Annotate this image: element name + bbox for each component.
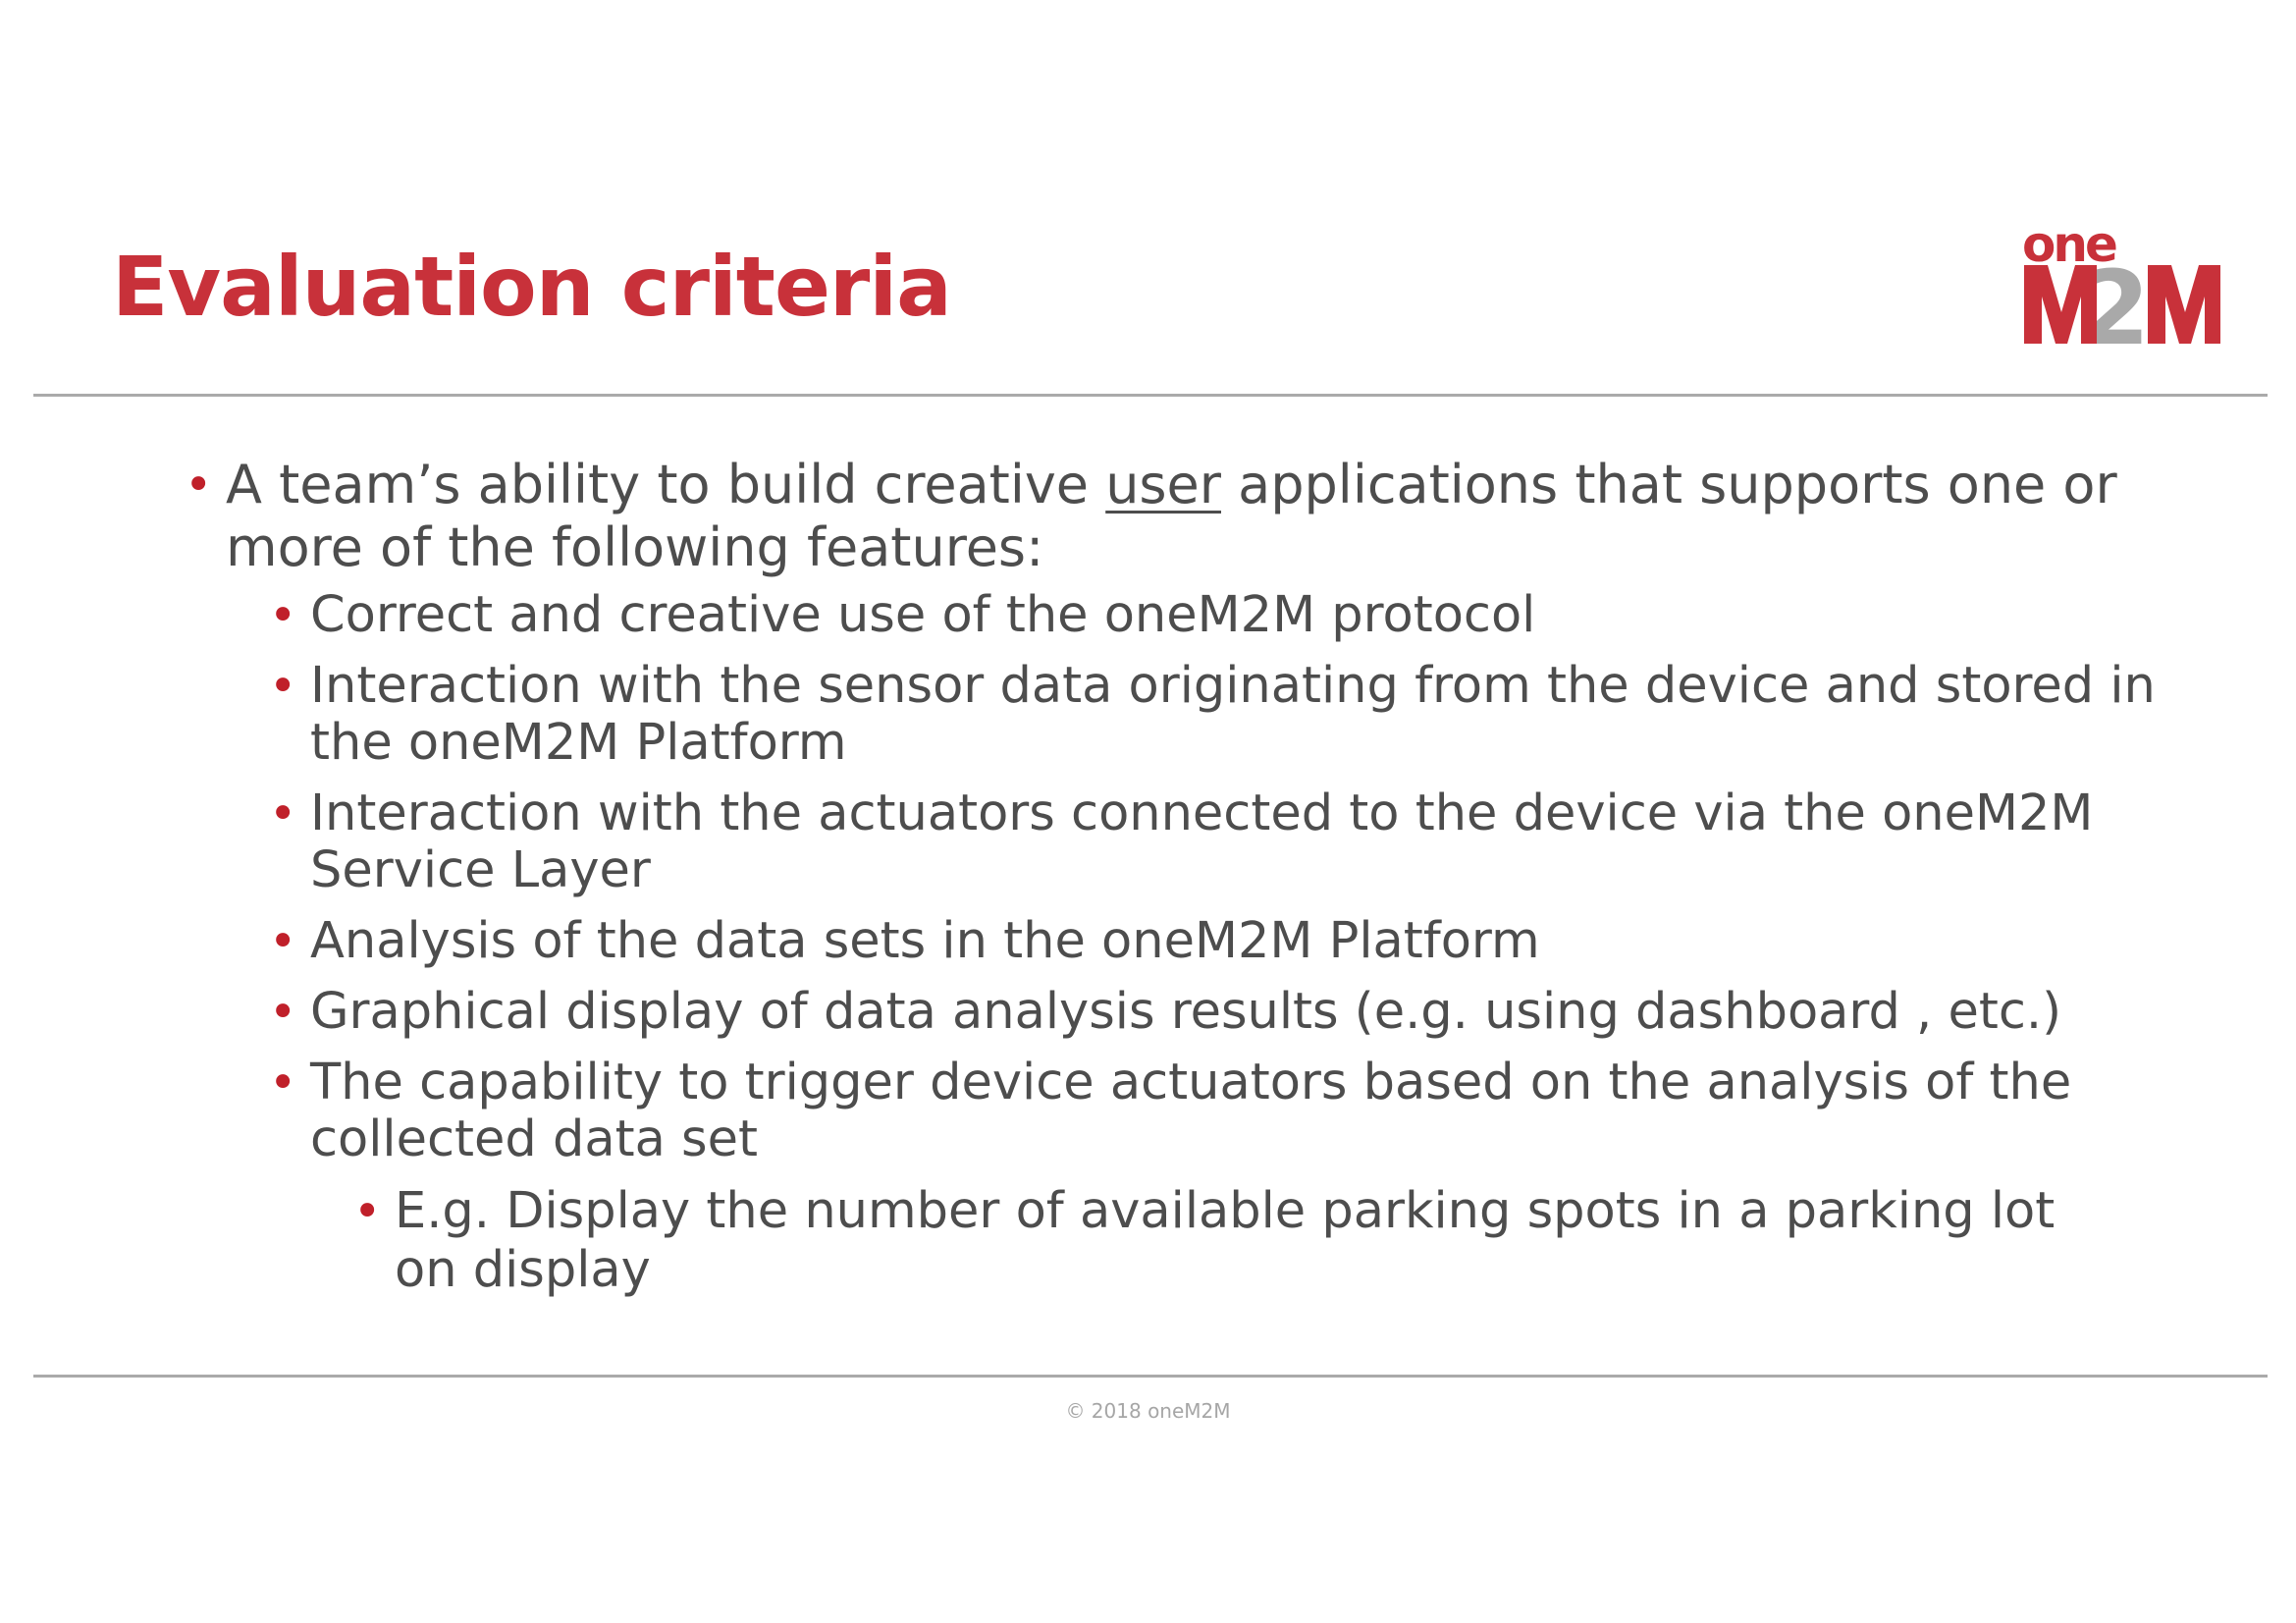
feature-text: Correct and creative use of the oneM2M p… [310,586,1536,644]
slide-content: • A team’s ability to build creative use… [0,454,2296,1300]
feature-text: Analysis of the data sets in the oneM2M … [310,912,1540,970]
feature-list-item: • Interaction with the sensor data origi… [269,657,2234,772]
bullet-icon: • [269,659,297,714]
feature-text: The capability to trigger device actuato… [310,1054,2072,1168]
top-divider [33,394,2268,397]
bullet-icon: • [269,985,297,1040]
example-text: E.g. Display the number of available par… [395,1182,2056,1299]
example-list-item: • E.g. Display the number of available p… [353,1182,2122,1300]
onem2m-logo-icon: one 2 [2022,216,2228,368]
bullet-icon: • [269,914,297,969]
bullet-icon: • [185,458,213,513]
feature-text: Interaction with the actuators connected… [310,784,2094,899]
feature-text: Interaction with the sensor data origina… [310,657,2156,772]
bullet-icon: • [269,786,297,841]
feature-list-item: • Analysis of the data sets in the oneM2… [269,912,2234,970]
bottom-divider [33,1375,2268,1378]
slide: Evaluation criteria one 2 • A team’s abi… [0,0,2296,1623]
main-point-underlined-word: user [1105,454,1221,515]
copyright-footer: © 2018 oneM2M [1065,1399,1231,1423]
bullet-icon: • [269,1055,297,1110]
bullet-icon: • [353,1184,382,1239]
feature-list-item: • The capability to trigger device actua… [269,1054,2234,1168]
main-bullet-point: • A team’s ability to build creative use… [185,454,2169,579]
main-point-text-start: A team’s ability to build creative [226,454,1106,515]
feature-text: Graphical display of data analysis resul… [310,983,2062,1041]
bullet-icon: • [269,588,297,643]
slide-title: Evaluation criteria [112,239,952,335]
feature-list-item: • Graphical display of data analysis res… [269,983,2234,1041]
feature-list-item: • Interaction with the actuators connect… [269,784,2234,899]
feature-list-item: • Correct and creative use of the oneM2M… [269,586,2234,644]
